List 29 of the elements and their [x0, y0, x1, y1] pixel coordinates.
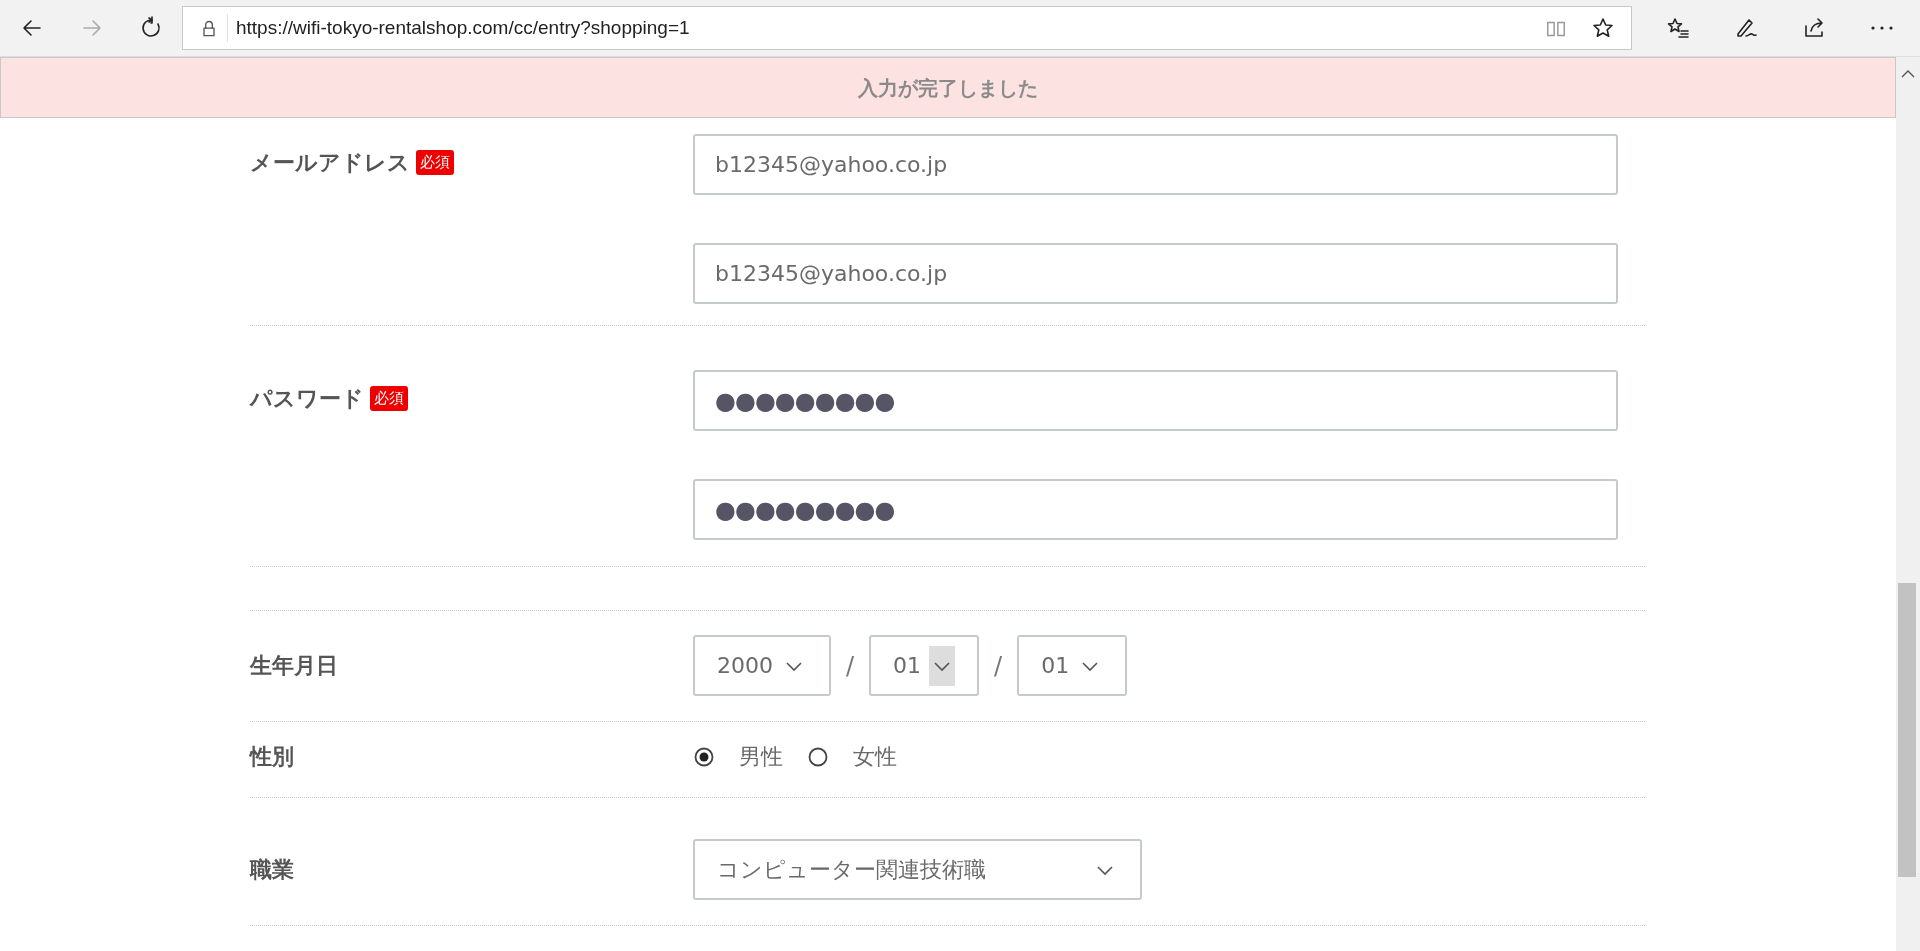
date-separator: / [994, 650, 1003, 682]
required-badge: 必須 [416, 150, 454, 175]
chevron-down-icon [785, 659, 803, 672]
completion-banner: 入力が完了しました [0, 57, 1896, 118]
email-input[interactable]: b12345@yahoo.co.jp [693, 243, 1618, 304]
chevron-down-icon [933, 659, 952, 672]
occupation-select[interactable]: コンピューター関連技術職 [693, 839, 1142, 900]
radio-button[interactable] [693, 745, 715, 768]
field-label: パスワード [250, 385, 364, 413]
chevron-down-icon [1081, 659, 1100, 672]
url-text: https://wifi-tokyo-rentalshop.com/cc/entry?shopping=1 [227, 13, 1545, 43]
radio-button[interactable] [807, 745, 829, 768]
password-input[interactable]: ●●●●●●●●● [693, 479, 1618, 540]
required-badge: 必須 [370, 386, 408, 411]
email-input[interactable]: b12345@yahoo.co.jp [693, 134, 1618, 195]
chevron-down-icon [1096, 863, 1114, 876]
date-select[interactable]: 01 [869, 635, 980, 696]
date-select[interactable]: 01 [1017, 635, 1128, 696]
field-label: 職業 [250, 856, 294, 884]
radio-label[interactable]: 女性 [853, 740, 897, 773]
date-separator: / [846, 650, 855, 682]
field-label: メールアドレス [250, 149, 410, 177]
date-select[interactable]: 2000 [693, 635, 831, 696]
address-bar[interactable]: https://wifi-tokyo-rentalshop.com/cc/entry?shopping=1 [182, 6, 1632, 50]
radio-label[interactable]: 男性 [739, 740, 783, 773]
scrollbar-thumb[interactable] [1898, 583, 1916, 877]
field-label: 生年月日 [250, 652, 338, 680]
password-input[interactable]: ●●●●●●●●● [693, 370, 1618, 431]
field-label: 性別 [250, 743, 294, 771]
